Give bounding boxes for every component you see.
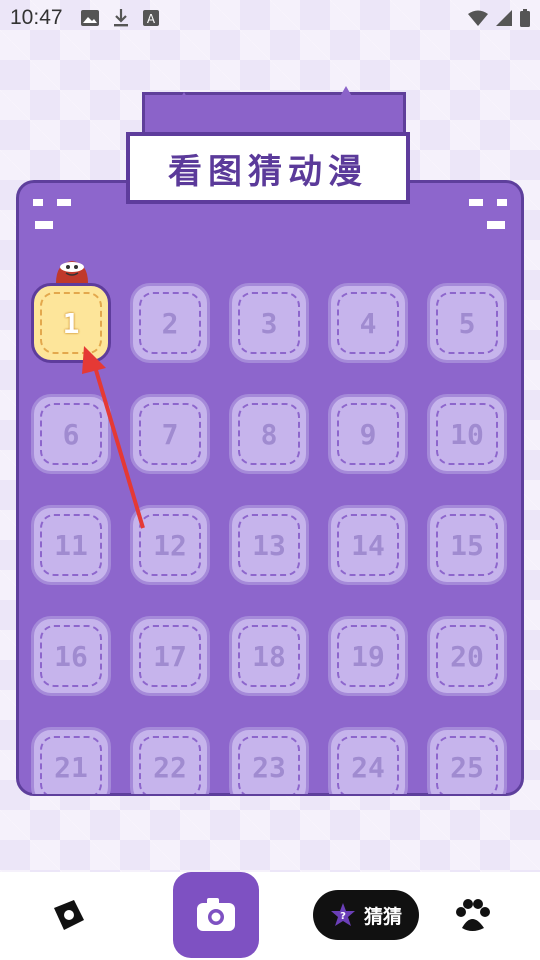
level-1-button[interactable]: 1 <box>31 283 111 363</box>
status-bar: 10:47 A <box>0 0 540 36</box>
level-number: 25 <box>436 736 498 794</box>
camera-icon <box>197 898 235 931</box>
level-6-button[interactable]: 6 <box>31 394 111 474</box>
level-number: 11 <box>40 514 102 576</box>
card-icon <box>54 900 84 930</box>
level-7-button[interactable]: 7 <box>130 394 210 474</box>
level-11-button[interactable]: 11 <box>31 505 111 585</box>
level-17-button[interactable]: 17 <box>130 616 210 696</box>
level-number: 21 <box>40 736 102 794</box>
level-13-button[interactable]: 13 <box>229 505 309 585</box>
level-number: 2 <box>139 292 201 354</box>
level-board <box>16 180 524 796</box>
level-19-button[interactable]: 19 <box>328 616 408 696</box>
guess-label: 猜猜 <box>363 905 402 928</box>
level-number: 9 <box>337 403 399 465</box>
level-15-button[interactable]: 15 <box>427 505 507 585</box>
paw-nav-button[interactable] <box>450 894 494 938</box>
bottom-navigation: ? 猜猜 <box>0 872 540 960</box>
level-number: 3 <box>238 292 300 354</box>
download-icon <box>113 9 128 27</box>
level-number: 14 <box>337 514 399 576</box>
level-number: 20 <box>436 625 498 687</box>
level-12-button[interactable]: 12 <box>130 505 210 585</box>
level-9-button[interactable]: 9 <box>328 394 408 474</box>
level-20-button[interactable]: 20 <box>427 616 507 696</box>
banner-ear-left <box>170 92 198 116</box>
level-number: 18 <box>238 625 300 687</box>
level-number: 6 <box>40 403 102 465</box>
level-14-button[interactable]: 14 <box>328 505 408 585</box>
guess-button[interactable]: ? 猜猜 <box>313 890 419 940</box>
level-5-button[interactable]: 5 <box>427 283 507 363</box>
level-3-button[interactable]: 3 <box>229 283 309 363</box>
level-number: 15 <box>436 514 498 576</box>
level-10-button[interactable]: 10 <box>427 394 507 474</box>
level-16-button[interactable]: 16 <box>31 616 111 696</box>
page-title: 看图猜动漫 <box>126 132 410 204</box>
svg-text:A: A <box>146 12 155 26</box>
level-number: 16 <box>40 625 102 687</box>
level-2-button[interactable]: 2 <box>130 283 210 363</box>
level-number: 13 <box>238 514 300 576</box>
level-number: 22 <box>139 736 201 794</box>
level-number: 10 <box>436 403 498 465</box>
level-8-button[interactable]: 8 <box>229 394 309 474</box>
status-time: 10:47 <box>10 6 63 29</box>
level-number: 17 <box>139 625 201 687</box>
signal-icon <box>496 10 512 26</box>
level-number: 7 <box>139 403 201 465</box>
gallery-icon <box>80 10 99 26</box>
svg-text:?: ? <box>340 911 346 922</box>
level-number: 24 <box>337 736 399 794</box>
level-number: 23 <box>238 736 300 794</box>
paw-icon <box>456 899 490 931</box>
camera-button[interactable] <box>173 872 259 958</box>
level-number: 12 <box>139 514 201 576</box>
banner-ear-right <box>330 86 362 114</box>
level-18-button[interactable]: 18 <box>229 616 309 696</box>
level-number: 1 <box>40 292 102 354</box>
level-number: 5 <box>436 292 498 354</box>
level-number: 8 <box>238 403 300 465</box>
question-star-icon: ? <box>330 903 355 926</box>
battery-icon <box>520 9 530 27</box>
level-number: 19 <box>337 625 399 687</box>
font-a-icon: A <box>142 10 159 26</box>
wifi-icon <box>468 10 488 26</box>
level-number: 4 <box>337 292 399 354</box>
level-4-button[interactable]: 4 <box>328 283 408 363</box>
card-nav-button[interactable] <box>46 894 90 938</box>
mascot-icon <box>56 261 88 283</box>
